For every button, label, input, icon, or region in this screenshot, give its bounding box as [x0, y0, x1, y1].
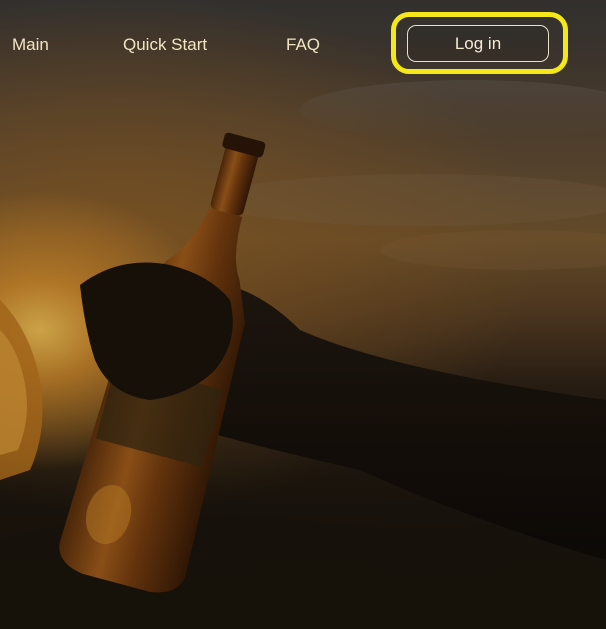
login-button[interactable]: Log in — [407, 25, 549, 62]
hero-photo-illustration — [0, 80, 606, 629]
nav-link-main[interactable]: Main — [12, 33, 49, 57]
nav-link-quick-start[interactable]: Quick Start — [123, 33, 207, 57]
nav-link-faq[interactable]: FAQ — [286, 33, 320, 57]
hero-background-image — [0, 0, 606, 629]
top-navigation: Main Quick Start FAQ Log in — [0, 0, 606, 90]
